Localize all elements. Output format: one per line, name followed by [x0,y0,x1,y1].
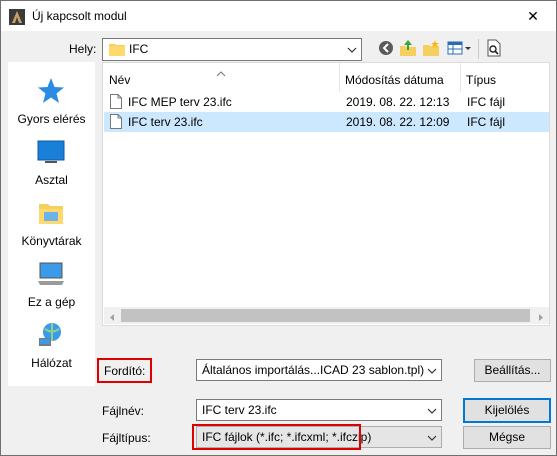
chevron-down-icon [427,365,437,375]
title-bar: Új kapcsolt modul ✕ [1,1,556,31]
file-name: IFC terv 23.ifc [128,115,203,129]
look-in-combo[interactable]: IFC [102,38,362,61]
filename-input[interactable]: IFC terv 23.ifc [196,399,442,421]
toolbar-divider [478,39,479,59]
scroll-right-icon[interactable] [537,311,545,325]
open-button[interactable]: Kijelölés [463,398,551,423]
place-label: Hálózat [31,356,72,370]
file-list: Név Módosítás dátuma Típus IFC MEP terv … [102,62,550,326]
chevron-down-icon [427,405,437,415]
file-date: 2019. 08. 22. 12:09 [346,115,450,129]
chevron-down-icon [347,44,357,54]
preview-button[interactable] [483,38,505,60]
file-row-selected[interactable]: IFC terv 23.ifc 2019. 08. 22. 12:09 IFC … [104,112,549,132]
settings-button[interactable]: Beállítás... [474,359,551,382]
file-row[interactable]: IFC MEP terv 23.ifc 2019. 08. 22. 12:13 … [104,92,549,112]
place-label: Gyors elérés [17,112,86,126]
window-title: Új kapcsolt modul [32,9,127,23]
cancel-button[interactable]: Mégse [463,426,551,449]
filename-value: IFC terv 23.ifc [202,403,277,417]
back-arrow-icon [378,40,394,59]
place-this-pc[interactable]: Ez a gép [8,259,95,319]
filetype-highlight-box [192,424,361,450]
place-quick-access[interactable]: Gyors elérés [8,76,95,136]
file-name: IFC MEP terv 23.ifc [128,95,232,109]
column-header-date[interactable]: Módosítás dátuma [339,63,460,92]
view-menu-button[interactable] [445,38,475,60]
look-in-value: IFC [129,42,149,56]
place-network[interactable]: Hálózat [8,320,95,380]
up-folder-button[interactable] [397,38,419,60]
close-icon: ✕ [527,7,539,24]
place-label: Asztal [35,173,68,187]
view-grid-icon [447,40,473,59]
column-header-name[interactable]: Név [103,63,339,92]
translator-combo[interactable]: Általános importálás...ICAD 23 sablon.tp… [196,359,442,381]
star-icon [38,78,64,103]
desktop-icon [37,140,65,163]
translator-label: Fordító: [104,364,146,378]
file-date: 2019. 08. 22. 12:13 [346,95,450,109]
translator-value: Általános importálás...ICAD 23 sablon.tp… [202,363,425,377]
place-label: Ez a gép [27,295,76,309]
file-icon [110,94,122,112]
filename-label: Fájlnév: [102,404,145,418]
file-type: IFC fájl [467,115,506,129]
look-in-label: Hely: [69,42,97,56]
place-label: Könyvtárak [21,234,82,248]
file-dialog-window: Új kapcsolt modul ✕ Hely: IFC Gyors elér… [0,0,557,456]
place-libraries[interactable]: Könyvtárak [8,198,95,258]
close-button[interactable]: ✕ [510,1,556,31]
new-folder-icon [422,39,440,60]
folder-icon [109,42,125,59]
new-folder-button[interactable] [420,38,442,60]
scroll-left-icon[interactable] [108,311,116,325]
horizontal-scrollbar[interactable] [104,307,549,324]
place-desktop[interactable]: Asztal [8,137,95,197]
network-icon [39,323,61,346]
filetype-label: Fájltípus: [102,431,151,445]
file-icon [110,114,122,132]
chevron-down-icon [427,432,437,442]
computer-icon [38,262,64,285]
back-button[interactable] [375,38,397,60]
up-folder-icon [399,39,417,60]
column-header-type[interactable]: Típus [460,63,550,92]
libraries-icon [39,204,63,224]
places-bar: Gyors elérés Asztal Könyvtárak Ez a gép … [8,62,95,386]
magnifier-page-icon [486,39,502,60]
file-type: IFC fájl [467,95,506,109]
scrollbar-thumb[interactable] [121,309,530,322]
archicad-app-icon [9,9,25,25]
